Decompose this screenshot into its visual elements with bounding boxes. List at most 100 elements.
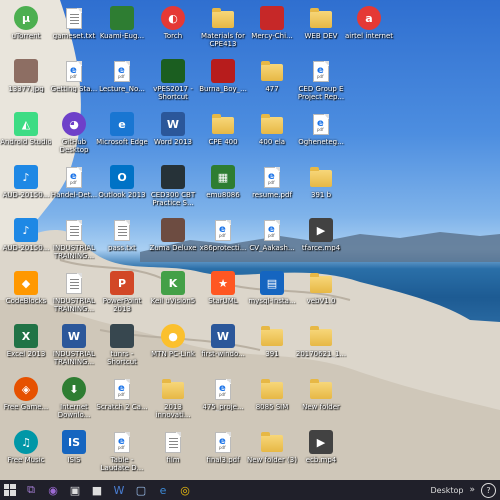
desktop-icon[interactable]: Zuma Deluxe (147, 216, 199, 268)
chevron-right-icon[interactable]: » (469, 485, 475, 495)
desktop-icon[interactable]: W Word 2013 (147, 110, 199, 162)
desktop-icon[interactable]: ▶ tfarce.mp4 (295, 216, 347, 268)
desktop-icon[interactable]: e pdf CED Group E Project Rep... (295, 57, 347, 109)
desktop-icon[interactable]: ◈ Free Game... (0, 375, 52, 427)
desktop-icon-label: Zuma Deluxe (149, 244, 197, 252)
desktop-icon[interactable]: 2013 innovati... (147, 375, 199, 427)
desktop-icon[interactable]: e pdf Table - Laudate D... (96, 428, 148, 480)
taskbar-app-button[interactable]: ■ (86, 480, 108, 500)
desktop-icon[interactable]: Mercy-Chi... (246, 4, 298, 56)
desktop-icon[interactable]: 8085 SIM (246, 375, 298, 427)
desktop-icon[interactable]: 400 ela (246, 110, 298, 162)
desktop-icon[interactable]: tunrs - Shortcut (96, 322, 148, 374)
desktop-icon[interactable]: ⬇ Internet Downlo... (48, 375, 100, 427)
taskbar-app-button[interactable]: ▢ (130, 480, 152, 500)
start-button[interactable] (0, 480, 20, 500)
airtel-icon: a (357, 6, 381, 30)
desktop-icon[interactable]: W INDUSTRIAL TRAINING... (48, 322, 100, 374)
desktop-icon[interactable]: ▦ emu8086 (197, 163, 249, 215)
desktop-icon[interactable]: K Keil uVision5 (147, 269, 199, 321)
desktop-icon[interactable]: New folder (3) (246, 428, 298, 480)
desktop-icon[interactable]: film (147, 428, 199, 480)
desktop-icon[interactable]: ♫ Free Music (0, 428, 52, 480)
desktop-icon[interactable]: e pdf final3.pdf (197, 428, 249, 480)
desktop-icon[interactable]: ♪ AUD-20150... (0, 163, 52, 215)
desktop-icon[interactable]: ◕ GitHub Desktop (48, 110, 100, 162)
desktop-icon[interactable]: Wfirst-windo... (197, 322, 249, 374)
desktop-icon[interactable]: e pdf Ogheneteg... (295, 110, 347, 162)
desktop-icon-label: Handel-Det... (50, 191, 98, 199)
desktop-icon[interactable]: CED300 CBT Practice S... (147, 163, 199, 215)
desktop-icon[interactable]: e pdf Lecture_No... (96, 57, 148, 109)
taskbar-app-button[interactable]: e (152, 480, 174, 500)
desktop-icon[interactable]: Materials for CPE413 (197, 4, 249, 56)
desktop-icon[interactable]: gameset.txt (48, 4, 100, 56)
desktop-icon[interactable]: ● MTN PC-Link (147, 322, 199, 374)
desktop-icon-label: 13377.jpg (8, 85, 44, 93)
desktop-icon[interactable]: IS ISIS (48, 428, 100, 480)
taskbar-app-button[interactable]: ◎ (174, 480, 196, 500)
desktop-icon[interactable]: WEB DEV (295, 4, 347, 56)
desktop-icon[interactable]: vPES2017 - Shortcut (147, 57, 199, 109)
desktop-icon[interactable]: e pdf Getting Sta... (48, 57, 100, 109)
desktop-icon[interactable]: O Outlook 2013 (96, 163, 148, 215)
desktop-icon[interactable]: INDUSTRIAL TRAINING... (48, 269, 100, 321)
desktop-icon[interactable]: ▤ mysql-insta... (246, 269, 298, 321)
desktop-icon[interactable]: Kuami-Eug... (96, 4, 148, 56)
desktop-icon[interactable]: ♪ AUD-20150... (0, 216, 52, 268)
image-icon (211, 59, 235, 83)
desktop-icon[interactable]: Burna_Boy_... (197, 57, 249, 109)
desktop-icon[interactable]: CPE 400 (197, 110, 249, 162)
folder-icon (211, 112, 235, 136)
desktop-icon[interactable]: P PowerPoint 2013 (96, 269, 148, 321)
help-icon[interactable]: ? (481, 482, 496, 498)
torch-icon: ◐ (161, 6, 185, 30)
desktop-icon[interactable]: 477 (246, 57, 298, 109)
desktop-icon-label: x86protecti... (199, 244, 247, 252)
desktop-icon[interactable]: a airtel internet (343, 4, 395, 56)
excel-icon: X (14, 324, 38, 348)
desktop-icon[interactable]: X Excel 2013 (0, 322, 52, 374)
desktop-icon[interactable]: 13377.jpg (0, 57, 52, 109)
pdf-file-icon: e pdf (110, 430, 134, 454)
pdf-file-icon: e pdf (260, 218, 284, 242)
desktop-icon[interactable]: ◆ CodeBlocks (0, 269, 52, 321)
desktop-icon[interactable]: ★ StarUML (197, 269, 249, 321)
taskbar-app-button[interactable]: ▣ (64, 480, 86, 500)
desktop-icon-label: uTorrent (11, 32, 41, 40)
folder-icon (260, 112, 284, 136)
desktop-icon[interactable]: INDUSTRIAL TRAINING... (48, 216, 100, 268)
desktop-icon[interactable]: 391 b (295, 163, 347, 215)
desktop-icon[interactable]: e pdf Scratch 2 Ca... (96, 375, 148, 427)
taskbar-app-button[interactable]: ◉ (42, 480, 64, 500)
desktop-icon-label: Free Game... (3, 403, 49, 411)
taskbar-app-button[interactable]: ⧉ (20, 480, 42, 500)
pdf-file-icon: e pdf (211, 218, 235, 242)
desktop-icon[interactable]: e pdf CV_Aakash... (246, 216, 298, 268)
desktop-icon-label: 391 (265, 350, 279, 358)
pdf-file-icon: e pdf (260, 165, 284, 189)
desktop-icon[interactable]: µ uTorrent (0, 4, 52, 56)
desktop-icon[interactable]: e Microsoft Edge (96, 110, 148, 162)
desktop-toolbar-label[interactable]: Desktop (430, 486, 463, 495)
windows-logo-icon (4, 484, 16, 496)
desktop-icon[interactable]: New folder (295, 375, 347, 427)
desktop-icon[interactable]: 20170621_1... (295, 322, 347, 374)
folder-icon (211, 6, 235, 30)
desktop-icon[interactable]: 391 (246, 322, 298, 374)
desktop-icon[interactable]: e pdf Handel-Det... (48, 163, 100, 215)
desktop-icon[interactable]: ◭ Android Studio (0, 110, 52, 162)
desktop-icon[interactable]: vebV1.0 (295, 269, 347, 321)
desktop-icon[interactable]: e pdf resume.pdf (246, 163, 298, 215)
desktop-icon-label: Microsoft Edge (96, 138, 148, 146)
folder-icon (309, 377, 333, 401)
taskbar-app-button[interactable]: W (108, 480, 130, 500)
desktop-icon[interactable]: e pdf x86protecti... (197, 216, 249, 268)
desktop-icon-label: Kuami-Eug... (99, 32, 145, 40)
desktop-icon-grid: µ uTorrent gameset.txt Kuami-Eug... ◐ Torch Ma… (0, 0, 500, 480)
desktop-icon[interactable]: ◐ Torch (147, 4, 199, 56)
pdf-file-icon: e pdf (110, 377, 134, 401)
desktop-icon[interactable]: ▶ ecb.mp4 (295, 428, 347, 480)
desktop-icon[interactable]: e pdf 475_proje... (197, 375, 249, 427)
desktop-icon[interactable]: pass.txt (96, 216, 148, 268)
